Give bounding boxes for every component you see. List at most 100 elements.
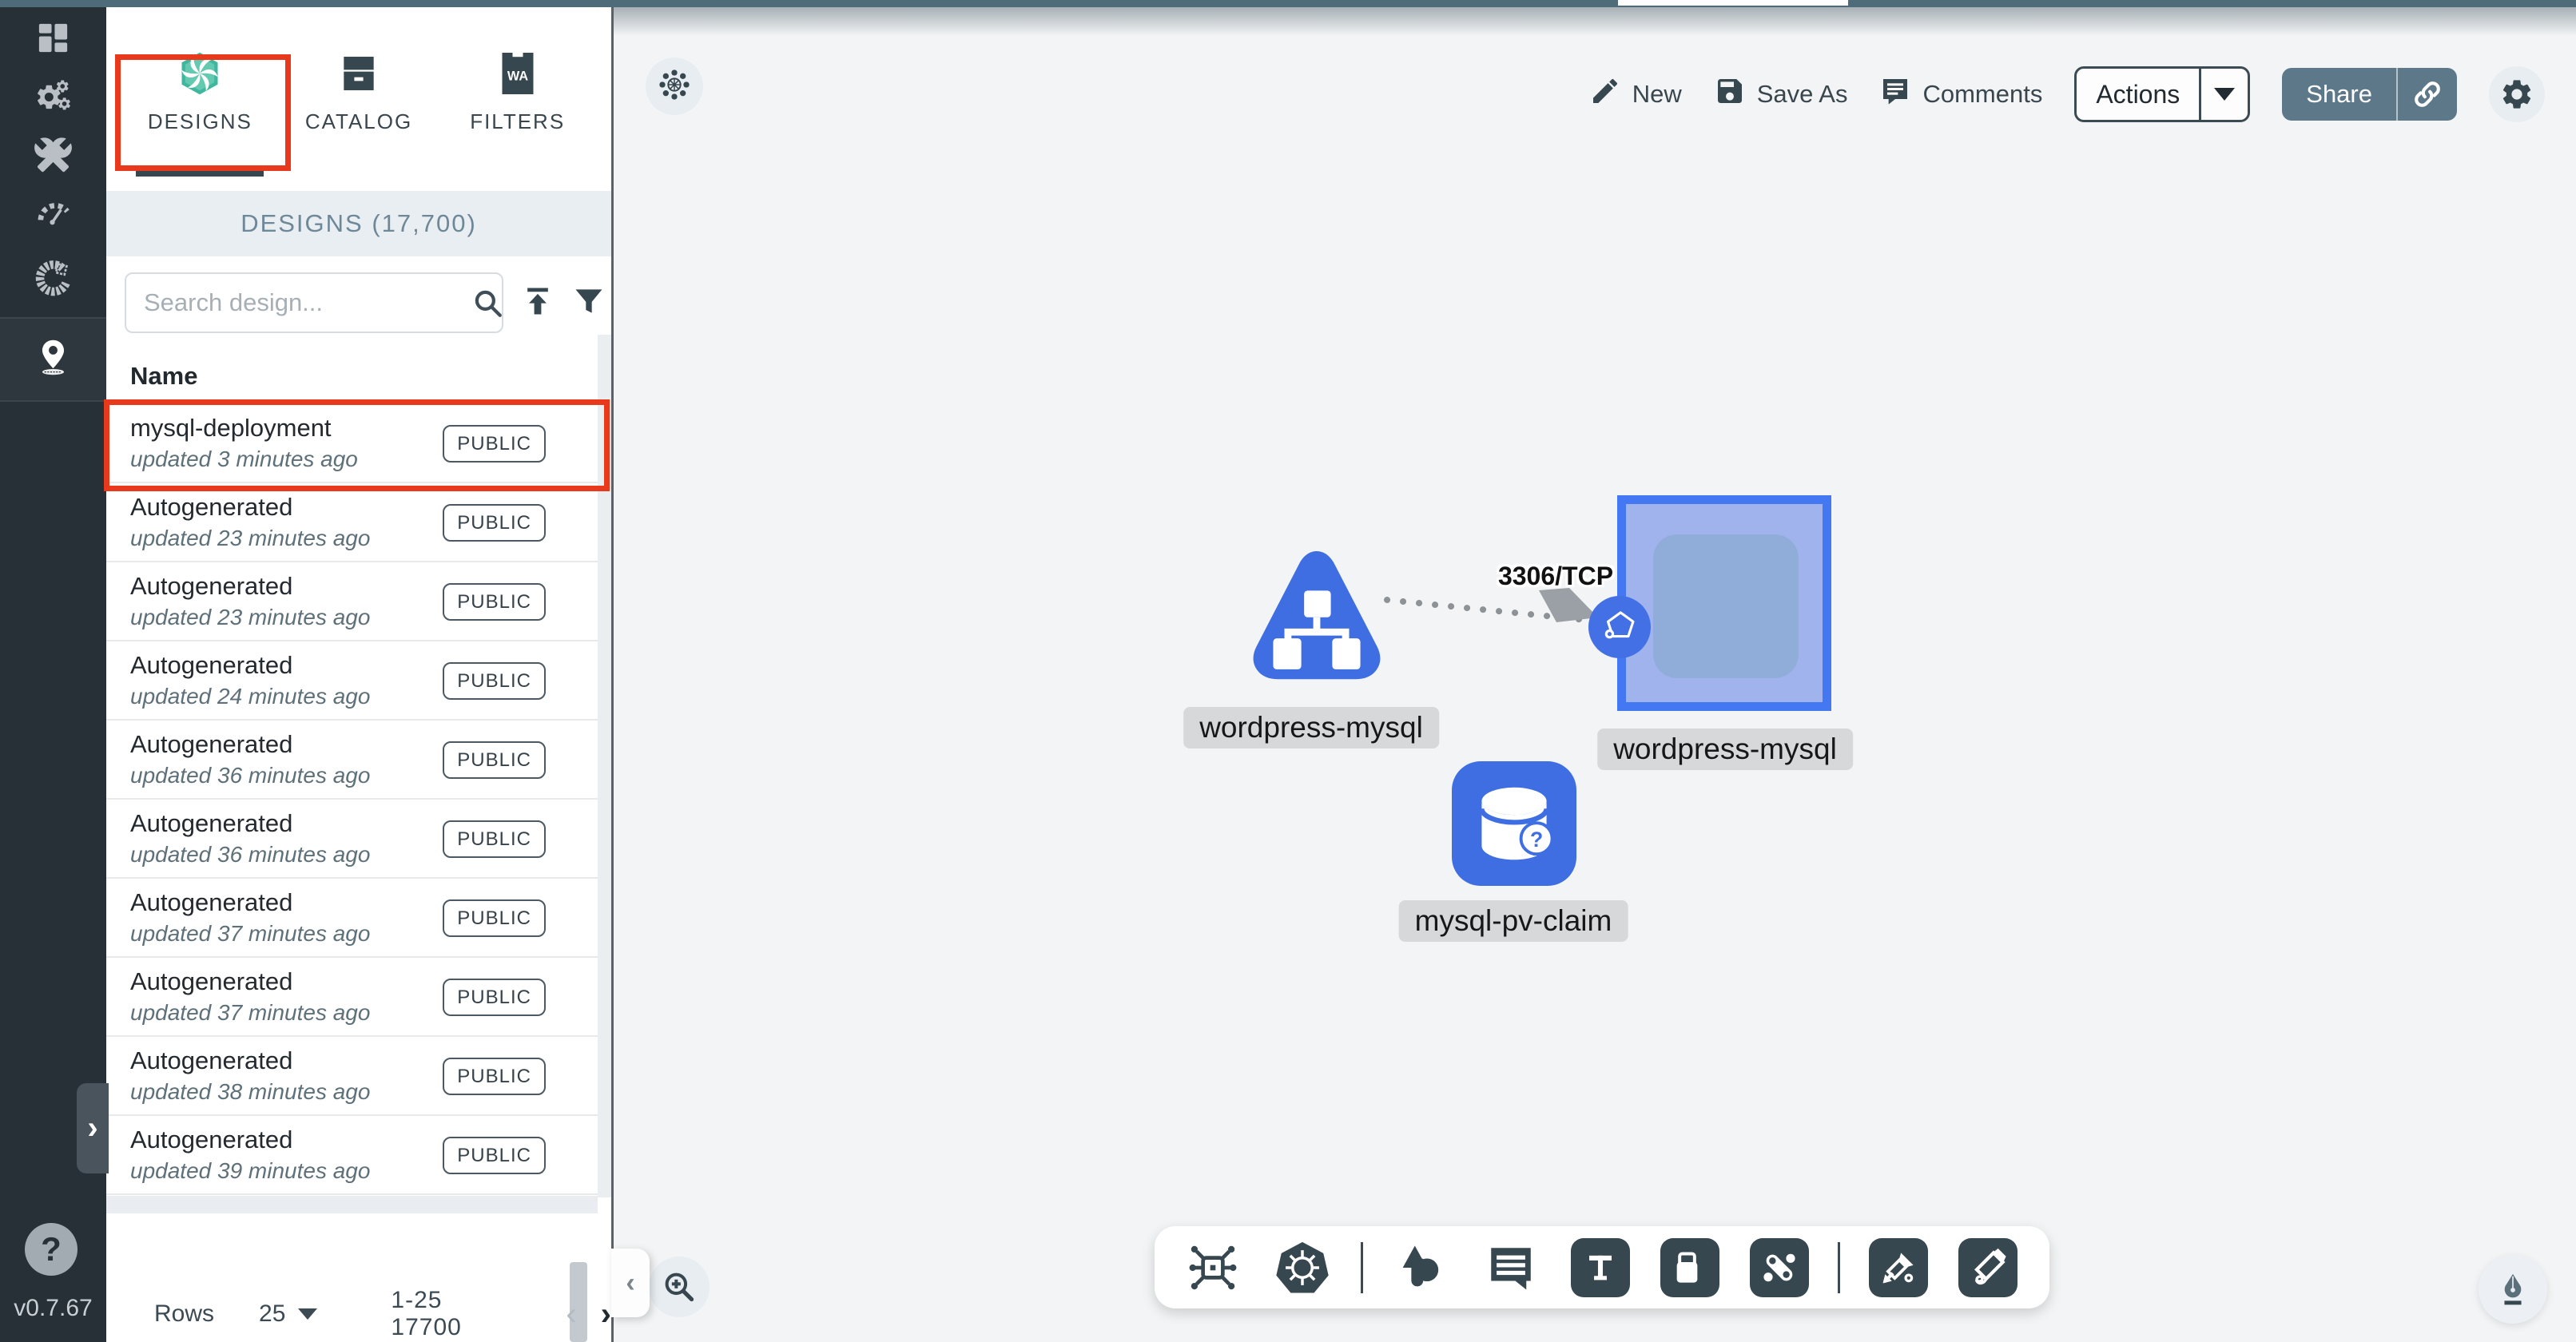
comments-button[interactable]: Comments: [1879, 75, 2042, 113]
sidebar-item-kanvas[interactable]: [0, 328, 106, 391]
design-row[interactable]: Autogenerated updated 24 minutes ago PUB…: [106, 641, 598, 721]
note-tile-icon: [1660, 1238, 1719, 1297]
new-button[interactable]: New: [1589, 75, 1682, 113]
upload-icon: [520, 284, 555, 323]
share-button[interactable]: Share: [2282, 68, 2457, 121]
previous-page-button[interactable]: ‹: [566, 1296, 576, 1332]
pencil-doodle-tile-icon: [1958, 1238, 2017, 1297]
chevron-right-icon: ›: [87, 1110, 97, 1146]
window-top-strip: [0, 0, 2576, 7]
save-as-button[interactable]: Save As: [1714, 75, 1848, 113]
sidebar-item-lifecycle[interactable]: [0, 67, 106, 129]
caret-down-icon: [2214, 88, 2235, 101]
pencil-icon: [1589, 75, 1621, 113]
visibility-badge: PUBLIC: [443, 820, 546, 858]
canvas-toolbar: New Save As Comments Actions Share: [1589, 63, 2545, 125]
text-tool-button[interactable]: [1569, 1237, 1632, 1299]
design-updated: updated 37 minutes ago: [130, 1000, 370, 1026]
edge-layer: [614, 7, 2576, 1342]
save-as-label: Save As: [1757, 80, 1848, 109]
svg-text:?: ?: [1530, 828, 1543, 852]
design-row[interactable]: mysql-deployment updated 3 minutes ago P…: [106, 404, 598, 483]
chevron-left-icon: ‹: [626, 1268, 634, 1299]
top-strip-notch: [1618, 0, 1848, 6]
tab-filters[interactable]: WA FILTERS: [438, 7, 597, 183]
design-updated: updated 23 minutes ago: [130, 605, 370, 630]
node-pvc-mysql-pv-claim[interactable]: ?: [1452, 761, 1576, 886]
share-label: Share: [2282, 68, 2396, 121]
design-row[interactable]: Autogenerated updated 39 minutes ago PUB…: [106, 1116, 598, 1195]
note-tool-button[interactable]: [1659, 1237, 1721, 1299]
tab-designs-label: DESIGNS: [148, 109, 252, 134]
visibility-badge: PUBLIC: [443, 741, 546, 779]
design-canvas[interactable]: New Save As Comments Actions Share: [614, 7, 2576, 1342]
design-row[interactable]: Autogenerated updated 37 minutes ago PUB…: [106, 958, 598, 1037]
actions-label: Actions: [2077, 69, 2199, 120]
speedometer-icon: [34, 195, 72, 236]
freehand-draw-tool-button[interactable]: [1957, 1237, 2019, 1299]
canvas-settings-button[interactable]: [2489, 66, 2545, 122]
visibility-badge: PUBLIC: [443, 1137, 546, 1174]
service-port-badge[interactable]: [1588, 596, 1651, 658]
filter-list-button[interactable]: [566, 280, 611, 325]
page-size-select[interactable]: 25: [259, 1300, 317, 1328]
mesh-network-icon: [658, 69, 690, 105]
next-page-button[interactable]: ›: [601, 1296, 611, 1332]
design-row[interactable]: Autogenerated updated 23 minutes ago PUB…: [106, 562, 598, 641]
list-scrollbar-track[interactable]: [598, 335, 611, 1197]
gears-icon: [34, 77, 72, 119]
search-input[interactable]: [126, 288, 471, 317]
comments-label: Comments: [1922, 80, 2042, 109]
node-deployment-wordpress-mysql[interactable]: [1617, 495, 1831, 711]
design-updated: updated 23 minutes ago: [130, 526, 370, 551]
shapes-icon: [1395, 1241, 1448, 1294]
node-label-service: wordpress-mysql: [1183, 707, 1439, 748]
sidebar-expand-button[interactable]: ›: [77, 1083, 109, 1173]
copy-link-button[interactable]: [2398, 68, 2457, 121]
actions-button[interactable]: Actions: [2074, 66, 2250, 122]
panel-collapse-handle[interactable]: ‹: [611, 1249, 650, 1317]
sidebar-item-mesh-adapters[interactable]: [0, 249, 106, 312]
components-tool-button[interactable]: [1182, 1237, 1244, 1299]
sidebar-item-configuration[interactable]: [0, 126, 106, 189]
node-label-pvc: mysql-pv-claim: [1399, 900, 1628, 942]
design-mode-button[interactable]: [2479, 1255, 2547, 1324]
panel-header-text: DESIGNS (17,700): [241, 209, 477, 238]
tab-catalog[interactable]: CATALOG: [280, 7, 439, 183]
wasm-filter-icon: WA: [497, 49, 539, 98]
design-row[interactable]: Autogenerated updated 38 minutes ago PUB…: [106, 1037, 598, 1116]
rows-label: Rows: [154, 1300, 214, 1328]
shapes-tool-button[interactable]: [1390, 1237, 1453, 1299]
link-icon: [2412, 79, 2443, 109]
sidebar-item-performance[interactable]: [0, 185, 106, 247]
design-row[interactable]: Autogenerated updated 36 minutes ago PUB…: [106, 800, 598, 879]
zoom-in-button[interactable]: [649, 1257, 710, 1317]
design-name: Autogenerated: [130, 967, 292, 996]
annotate-arrow-tool-button[interactable]: [1867, 1237, 1930, 1299]
meshery-kanvas-app: › ? v0.7.67: [0, 0, 2576, 1342]
design-name: Autogenerated: [130, 572, 292, 601]
column-header-name: Name: [130, 362, 197, 391]
help-button[interactable]: ?: [25, 1223, 78, 1276]
sidebar-item-dashboard[interactable]: [0, 9, 106, 71]
design-row[interactable]: Autogenerated updated 23 minutes ago PUB…: [106, 483, 598, 562]
new-label: New: [1632, 80, 1682, 109]
design-row[interactable]: Autogenerated updated 37 minutes ago PUB…: [106, 879, 598, 958]
kubernetes-tool-button[interactable]: [1271, 1237, 1334, 1299]
question-mark-icon: ?: [41, 1230, 62, 1269]
design-row[interactable]: Autogenerated updated 36 minutes ago PUB…: [106, 721, 598, 800]
publish-design-button[interactable]: [515, 280, 560, 325]
dashboard-icon: [34, 19, 72, 61]
tab-designs[interactable]: DESIGNS: [121, 7, 280, 183]
canvas-bottom-toolbar: [1155, 1226, 2049, 1308]
node-service-wordpress-mysql[interactable]: [1246, 544, 1387, 688]
design-updated: updated 24 minutes ago: [130, 684, 370, 709]
actions-dropdown-toggle[interactable]: [2201, 69, 2248, 120]
location-pin-icon: [34, 339, 72, 380]
visibility-badge: PUBLIC: [443, 504, 546, 542]
comment-tool-button[interactable]: [1480, 1237, 1542, 1299]
mesh-mode-button[interactable]: [646, 58, 703, 115]
active-tab-indicator: [136, 169, 264, 177]
link-tool-button[interactable]: [1748, 1237, 1811, 1299]
visibility-badge: PUBLIC: [443, 583, 546, 621]
